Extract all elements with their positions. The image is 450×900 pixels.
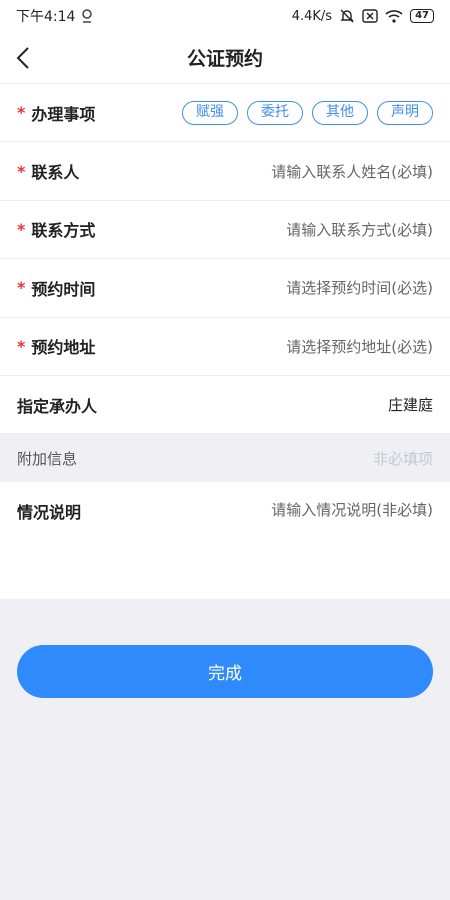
option-chip[interactable]: 其他	[312, 100, 368, 125]
required-mark: *	[17, 219, 26, 239]
extra-info-hint: 非必填项	[372, 449, 433, 468]
contact-method-label: 联系方式	[31, 221, 96, 241]
extra-info-label: 附加信息	[17, 449, 78, 468]
description-input[interactable]: 请输入情况说明(非必填)	[271, 499, 433, 520]
mute-bell-icon	[340, 9, 354, 23]
business-label: 办理事项	[31, 104, 96, 124]
required-mark: *	[17, 161, 26, 181]
description-section[interactable]: 情况说明 请输入情况说明(非必填)	[0, 482, 450, 599]
appointment-time-picker[interactable]: 请选择预约时间(必选)	[286, 277, 433, 298]
contact-method-row[interactable]: * 联系方式 请输入联系方式(必填)	[0, 201, 450, 260]
contact-row[interactable]: * 联系人 请输入联系人姓名(必填)	[0, 142, 450, 201]
back-button[interactable]	[10, 44, 36, 72]
network-speed: 4.4K/s	[291, 8, 333, 24]
handler-label: 指定承办人	[17, 396, 98, 416]
handler-value[interactable]: 庄建庭	[388, 394, 433, 415]
appointment-time-label: 预约时间	[31, 279, 96, 299]
appointment-address-label: 预约地址	[31, 338, 96, 358]
required-mark: *	[17, 336, 26, 356]
appointment-time-row[interactable]: * 预约时间 请选择预约时间(必选)	[0, 259, 450, 318]
description-label: 情况说明	[17, 503, 82, 522]
wifi-icon	[385, 10, 403, 23]
battery-indicator: 47	[410, 9, 434, 23]
location-icon	[82, 9, 93, 23]
done-button[interactable]: 完成	[17, 645, 433, 698]
required-mark: *	[17, 278, 26, 298]
handler-row[interactable]: 指定承办人 庄建庭	[0, 376, 450, 435]
status-right: 4.4K/s 47	[292, 8, 434, 24]
status-time: 下午4:14	[16, 9, 76, 25]
option-chip[interactable]: 赋强	[182, 100, 238, 125]
required-mark: *	[17, 103, 26, 123]
chevron-left-icon	[16, 47, 29, 69]
appointment-address-picker[interactable]: 请选择预约地址(必选)	[286, 336, 433, 357]
option-chip[interactable]: 声明	[377, 100, 433, 125]
sim-off-icon	[362, 9, 378, 23]
status-bar: 下午4:14 4.4K/s 47	[0, 0, 450, 32]
appointment-address-row[interactable]: * 预约地址 请选择预约地址(必选)	[0, 318, 450, 376]
option-chip[interactable]: 委托	[247, 100, 303, 125]
contact-method-input[interactable]: 请输入联系方式(必填)	[286, 219, 433, 240]
extra-info-header: 附加信息 非必填项	[0, 434, 450, 482]
business-row: * 办理事项 赋强 委托 其他 声明	[0, 84, 450, 143]
page-title: 公证预约	[186, 48, 263, 70]
business-options: 赋强 委托 其他 声明	[182, 100, 433, 125]
appointment-form: * 办理事项 赋强 委托 其他 声明 * 联系人 请输入联系人姓名(必填) * …	[0, 84, 450, 435]
nav-bar: 公证预约	[0, 32, 450, 84]
contact-label: 联系人	[31, 163, 80, 183]
contact-name-input[interactable]: 请输入联系人姓名(必填)	[271, 161, 433, 182]
